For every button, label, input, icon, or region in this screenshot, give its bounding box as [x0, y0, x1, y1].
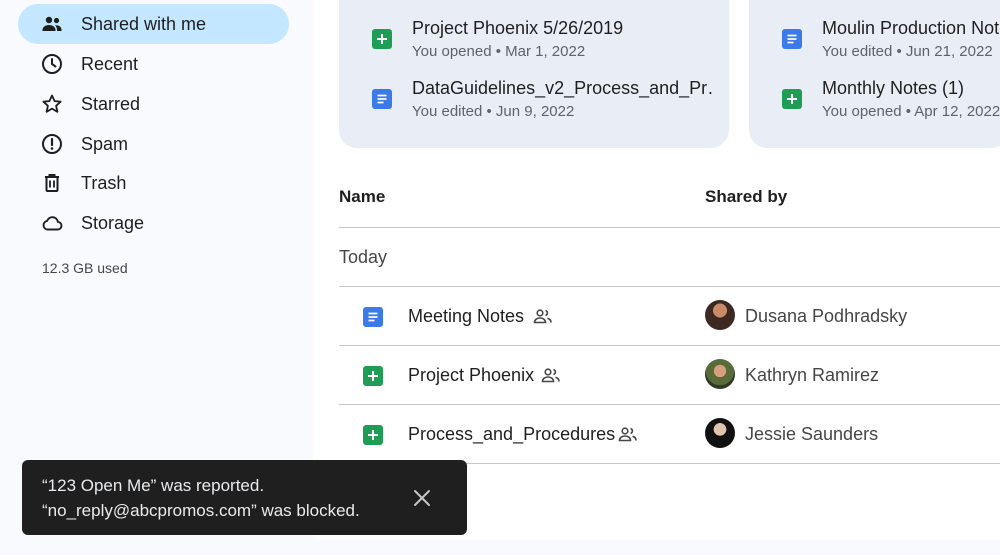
spam-icon — [40, 132, 64, 156]
docs-icon — [363, 307, 383, 327]
shared-people-icon — [618, 426, 638, 442]
avatar — [705, 300, 735, 330]
shared-people-icon — [541, 367, 561, 383]
sidebar-item-shared-with-me[interactable]: Shared with me — [18, 4, 289, 44]
sidebar-item-label: Storage — [81, 212, 145, 233]
sidebar-item-spam[interactable]: Spam — [18, 124, 289, 164]
table-row[interactable]: Project Phoenix Kathryn Ramirez — [339, 346, 1000, 404]
people-icon — [40, 12, 64, 36]
suggested-file-title: DataGuidelines_v2_Process_and_Pr… — [412, 78, 712, 98]
sheets-icon — [372, 29, 392, 49]
sidebar-item-recent[interactable]: Recent — [18, 44, 289, 84]
snackbar-message-line2: “no_reply@abcpromos.com” was blocked. — [42, 501, 360, 520]
trash-icon — [40, 171, 64, 195]
sheets-icon — [363, 366, 383, 386]
star-icon — [40, 92, 64, 116]
avatar — [705, 418, 735, 448]
docs-icon — [372, 89, 392, 109]
cloud-icon — [40, 211, 64, 235]
suggested-file-title: Moulin Production Notes — [822, 18, 1000, 38]
sidebar-item-storage[interactable]: Storage — [18, 203, 289, 243]
shared-by-name: Jessie Saunders — [745, 424, 879, 444]
suggested-file[interactable]: DataGuidelines_v2_Process_and_Pr… You ed… — [339, 78, 729, 128]
table-row[interactable]: Meeting Notes Dusana Podhradsky — [339, 287, 1000, 345]
file-name: Meeting Notes — [408, 306, 525, 326]
file-name: Project Phoenix — [408, 365, 535, 385]
sidebar-item-label: Spam — [81, 133, 129, 154]
snackbar: “123 Open Me” was reported. “no_reply@ab… — [22, 460, 467, 535]
divider — [339, 227, 1000, 228]
storage-used-text: 12.3 GB used — [42, 260, 128, 276]
table-row[interactable]: Process_and_Procedures Jessie Saunders — [339, 405, 1000, 463]
close-icon[interactable] — [408, 484, 436, 512]
shared-by-name: Kathryn Ramirez — [745, 365, 880, 385]
suggested-file[interactable]: Project Phoenix 5/26/2019 You opened • M… — [339, 18, 729, 68]
main-panel: Project Phoenix 5/26/2019 You opened • M… — [313, 0, 1000, 540]
clock-icon — [40, 52, 64, 76]
avatar — [705, 359, 735, 389]
column-header-name[interactable]: Name — [339, 187, 385, 207]
section-label-today: Today — [339, 247, 388, 267]
sidebar-item-trash[interactable]: Trash — [18, 163, 289, 203]
suggested-file-subtitle: You opened • Apr 12, 2022 — [822, 103, 1000, 120]
sidebar-item-label: Trash — [81, 172, 127, 193]
sidebar-item-label: Recent — [81, 53, 139, 74]
docs-icon — [782, 29, 802, 49]
suggested-file-subtitle: You edited • Jun 9, 2022 — [412, 103, 575, 120]
sidebar-item-starred[interactable]: Starred — [18, 84, 289, 124]
column-header-shared-by[interactable]: Shared by — [705, 187, 787, 207]
suggested-file-title: Monthly Notes (1) — [822, 78, 965, 98]
sheets-icon — [363, 425, 383, 445]
sidebar-item-label: Shared with me — [81, 13, 207, 34]
suggested-card: Moulin Production Notes You edited • Jun… — [749, 0, 1000, 148]
suggested-file-subtitle: You edited • Jun 21, 2022 — [822, 43, 993, 60]
shared-by-name: Dusana Podhradsky — [745, 306, 908, 326]
suggested-file-subtitle: You opened • Mar 1, 2022 — [412, 43, 586, 60]
sheets-icon — [782, 89, 802, 109]
suggested-file[interactable]: Monthly Notes (1) You opened • Apr 12, 2… — [749, 78, 1000, 128]
sidebar-item-label: Starred — [81, 93, 141, 114]
suggested-file-title: Project Phoenix 5/26/2019 — [412, 18, 624, 38]
suggested-card: Project Phoenix 5/26/2019 You opened • M… — [339, 0, 729, 148]
file-name: Process_and_Procedures — [408, 424, 616, 444]
shared-people-icon — [533, 308, 553, 324]
suggested-file[interactable]: Moulin Production Notes You edited • Jun… — [749, 18, 1000, 68]
snackbar-message-line1: “123 Open Me” was reported. — [42, 476, 265, 495]
